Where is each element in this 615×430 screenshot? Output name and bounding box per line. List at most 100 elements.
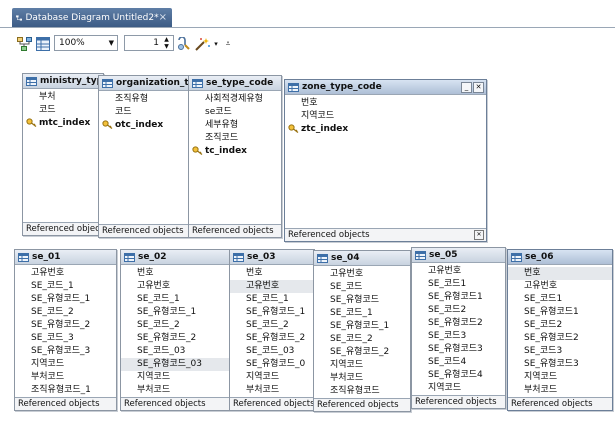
column-row[interactable]: 코드 (99, 106, 189, 119)
table-view-button[interactable] (35, 36, 51, 52)
table-header[interactable]: se_05 (412, 248, 505, 263)
column-row[interactable]: SE_코드4 (412, 356, 505, 369)
referenced-objects-tab[interactable]: Referenced objects (121, 397, 229, 410)
diagram-canvas[interactable]: ministry_typ 부처 코드 mtc_index Referenced obje… (0, 60, 615, 430)
table-header[interactable]: ministry_typ (23, 74, 103, 89)
column-row[interactable]: SE_코드1 (508, 293, 612, 306)
zoom-select[interactable]: 100% ▼ (54, 35, 118, 51)
column-row[interactable]: 번호 (508, 267, 612, 280)
column-row[interactable]: 고유번호 (121, 280, 229, 293)
close-tab-icon[interactable]: × (159, 12, 167, 23)
table-se-02[interactable]: se_02 번호 고유번호 SE_코드_1 SE_유형코드_1 SE_코드_2 SE_유형코… (120, 249, 230, 411)
table-header[interactable]: se_06 (508, 250, 612, 265)
table-se-06[interactable]: se_06 번호 고유번호 SE_코드1 SE_유형코드1 SE_코드2 SE_유형코드2 S… (507, 249, 613, 411)
column-row[interactable]: SE_유형코드4 (412, 369, 505, 382)
column-row[interactable]: SE_유형코드_1 (15, 293, 116, 306)
column-row[interactable]: SE_코드_2 (121, 319, 229, 332)
column-row[interactable]: SE_코드 (314, 281, 410, 294)
column-row[interactable]: 세부유형 (189, 119, 281, 132)
column-row[interactable]: SE_코드_2 (314, 333, 410, 346)
table-se-05[interactable]: se_05 고유번호 SE_코드1 SE_유형코드1 SE_코드2 SE_유형코드2 SE_… (411, 247, 506, 409)
table-header[interactable]: se_02 (121, 250, 229, 265)
column-row[interactable]: 부처 (23, 91, 103, 104)
table-se-04[interactable]: se_04 고유번호 SE_코드 SE_유형코드 SE_코드_1 SE_유형코드_1 SE_… (313, 250, 411, 412)
index-column[interactable]: ztc_index (285, 123, 486, 136)
close-icon[interactable]: ✕ (473, 81, 484, 93)
column-row[interactable]: SE_코드1 (412, 278, 505, 291)
page-spinner[interactable]: 1 ▲ ▼ (124, 35, 174, 51)
layout-button[interactable] (16, 36, 32, 52)
column-row[interactable]: SE_코드_3 (15, 332, 116, 345)
table-se-type-code[interactable]: se_type_code 사회적경제유형 se코드 세부유형 조직코드 tc_index R… (188, 75, 282, 238)
column-row[interactable]: SE_유형코드_2 (314, 346, 410, 359)
column-row[interactable]: SE_유형코드_1 (230, 306, 314, 319)
column-row[interactable]: 번호 (230, 267, 314, 280)
column-row[interactable]: 지역코드 (314, 359, 410, 372)
column-row[interactable]: SE_유형코드_2 (230, 332, 314, 345)
referenced-objects-tab[interactable]: Referenced objects (15, 397, 116, 410)
column-row[interactable]: SE_유형코드3 (508, 358, 612, 371)
table-header[interactable]: se_03 (230, 250, 314, 265)
column-row[interactable]: SE_코드_03 (121, 345, 229, 358)
column-row[interactable]: 부처코드 (15, 371, 116, 384)
column-row[interactable]: 고유번호 (314, 268, 410, 281)
referenced-objects-tab[interactable]: Referenced objects (508, 397, 612, 410)
overflow-icon[interactable]: ⩡ (224, 36, 232, 52)
table-header[interactable]: se_04 (314, 251, 410, 266)
table-zone-type-code[interactable]: zone_type_code _ ✕ 번호 지역코드 ztc_index Reference… (284, 79, 487, 242)
column-row[interactable]: SE_코드2 (508, 319, 612, 332)
column-row[interactable]: SE_코드_1 (121, 293, 229, 306)
column-row[interactable]: SE_유형코드_1 (121, 306, 229, 319)
table-header[interactable]: se_01 (15, 250, 116, 265)
column-row[interactable]: SE_유형코드2 (412, 317, 505, 330)
table-ministry-type[interactable]: ministry_typ 부처 코드 mtc_index Referenced obje… (22, 73, 104, 236)
column-row[interactable]: SE_코드_1 (15, 280, 116, 293)
column-row[interactable]: SE_유형코드_3 (15, 345, 116, 358)
column-row[interactable]: SE_유형코드1 (508, 306, 612, 319)
column-row[interactable]: 지역코드 (121, 371, 229, 384)
column-row[interactable]: SE_유형코드_2 (121, 332, 229, 345)
table-se-03[interactable]: se_03 번호 고유번호 SE_코드_1 SE_유형코드_1 SE_코드_2 SE_유형코… (229, 249, 315, 411)
column-row[interactable]: 조직유형 (99, 93, 189, 106)
column-row[interactable]: 고유번호 (230, 280, 314, 293)
column-row[interactable]: 지역코드 (15, 358, 116, 371)
link-button[interactable] (177, 36, 193, 52)
column-row[interactable]: SE_유형코드_03 (121, 358, 229, 371)
column-row[interactable]: 지역코드 (285, 110, 486, 123)
collapse-icon[interactable]: ✕ (474, 230, 484, 240)
column-row[interactable]: 부처코드 (230, 384, 314, 397)
column-row[interactable]: SE_코드_1 (230, 293, 314, 306)
column-row[interactable]: SE_유형코드_0 (230, 358, 314, 371)
minimize-icon[interactable]: _ (461, 81, 472, 93)
column-row[interactable]: SE_코드3 (508, 345, 612, 358)
column-row[interactable]: 조직유형코드_1 (15, 384, 116, 397)
column-row[interactable]: 조직코드 (189, 132, 281, 145)
referenced-objects-tab[interactable]: Referenced objects (412, 395, 505, 408)
referenced-objects-tab[interactable]: Referenced objects (99, 224, 189, 237)
column-row[interactable]: SE_코드_03 (230, 345, 314, 358)
table-header[interactable]: se_type_code (189, 76, 281, 91)
tab-database-diagram[interactable]: Database Diagram Untitled2* × (12, 8, 172, 27)
column-row[interactable]: 코드 (23, 104, 103, 117)
column-row[interactable]: SE_유형코드 (314, 294, 410, 307)
column-row[interactable]: SE_코드_2 (15, 306, 116, 319)
referenced-objects-tab[interactable]: Referenced objects ✕ (285, 228, 486, 241)
table-se-01[interactable]: se_01 고유번호 SE_코드_1 SE_유형코드_1 SE_코드_2 SE_유형코드_… (14, 249, 117, 411)
column-row[interactable]: 고유번호 (15, 267, 116, 280)
spinner-arrows-icon[interactable]: ▲ ▼ (162, 36, 171, 50)
table-organization-type[interactable]: organization_ty 조직유형 코드 otc_index Referenced… (98, 75, 190, 238)
column-row[interactable]: SE_유형코드3 (412, 343, 505, 356)
column-row[interactable]: SE_유형코드2 (508, 332, 612, 345)
column-row[interactable]: 지역코드 (508, 371, 612, 384)
referenced-objects-tab[interactable]: Referenced objects (314, 398, 410, 411)
magic-dropdown-icon[interactable]: ▾ (212, 36, 220, 52)
table-header[interactable]: zone_type_code _ ✕ (285, 80, 486, 95)
referenced-objects-tab[interactable]: Referenced objects (230, 397, 314, 410)
column-row[interactable]: 번호 (121, 267, 229, 280)
column-row[interactable]: 사회적경제유형 (189, 93, 281, 106)
column-row[interactable]: 부처코드 (314, 372, 410, 385)
referenced-objects-tab[interactable]: Referenced objects (23, 222, 103, 235)
table-header[interactable]: organization_ty (99, 76, 189, 91)
column-row[interactable]: SE_코드2 (412, 304, 505, 317)
column-row[interactable]: 부처코드 (508, 384, 612, 397)
